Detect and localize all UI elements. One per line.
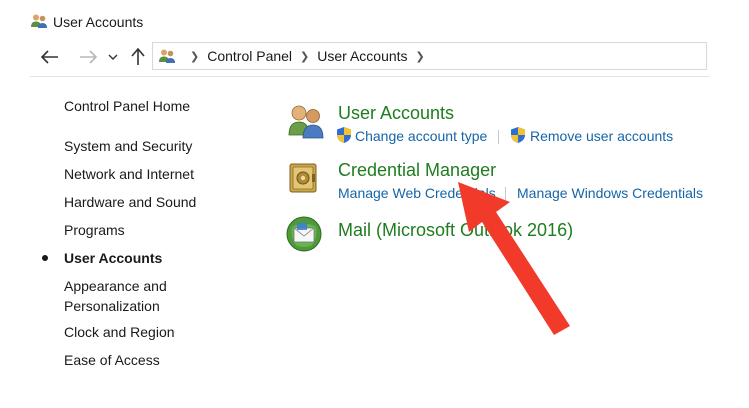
chevron-down-icon bbox=[108, 54, 118, 60]
uac-shield-icon bbox=[337, 127, 351, 143]
mail-icon[interactable] bbox=[285, 215, 323, 253]
recent-locations-button[interactable] bbox=[104, 44, 122, 70]
manage-web-credentials-link[interactable]: Manage Web Credentials bbox=[338, 185, 496, 201]
current-page-bullet bbox=[42, 255, 48, 261]
sidebar-item-hardware-and-sound[interactable]: Hardware and Sound bbox=[64, 192, 196, 212]
arrow-right-icon bbox=[80, 50, 97, 64]
sidebar-item-network-and-internet[interactable]: Network and Internet bbox=[64, 164, 194, 184]
users-icon[interactable] bbox=[286, 103, 326, 139]
title-bar: User Accounts bbox=[0, 0, 749, 40]
navigation-bar: ❯ Control Panel ❯ User Accounts ❯ bbox=[0, 40, 749, 76]
sidebar-item-appearance-line2[interactable]: Personalization bbox=[64, 296, 160, 316]
manage-windows-credentials-link[interactable]: Manage Windows Credentials bbox=[517, 185, 703, 201]
sidebar-item-user-accounts: User Accounts bbox=[64, 250, 163, 266]
chevron-right-icon[interactable]: ❯ bbox=[190, 50, 199, 63]
link-separator bbox=[505, 187, 506, 201]
arrow-left-icon bbox=[41, 50, 58, 64]
credential-manager-title-link[interactable]: Credential Manager bbox=[338, 160, 496, 181]
link-separator bbox=[498, 130, 499, 144]
control-panel-home-link[interactable]: Control Panel Home bbox=[64, 96, 190, 116]
divider bbox=[30, 76, 710, 77]
red-arrow-icon bbox=[458, 182, 570, 335]
remove-user-accounts-link[interactable]: Remove user accounts bbox=[530, 128, 673, 144]
breadcrumb-control-panel[interactable]: Control Panel bbox=[207, 48, 292, 64]
address-bar[interactable]: ❯ Control Panel ❯ User Accounts ❯ bbox=[152, 42, 707, 70]
mail-title-link[interactable]: Mail (Microsoft Outlook 2016) bbox=[338, 220, 573, 241]
sidebar-item-clock-and-region[interactable]: Clock and Region bbox=[64, 322, 175, 342]
uac-shield-icon bbox=[511, 127, 525, 143]
up-button[interactable] bbox=[126, 44, 150, 70]
sidebar-item-system-and-security[interactable]: System and Security bbox=[64, 136, 192, 156]
breadcrumb-user-accounts[interactable]: User Accounts bbox=[317, 48, 407, 64]
back-button[interactable] bbox=[38, 44, 62, 70]
window-title: User Accounts bbox=[53, 14, 144, 30]
sidebar-item-appearance-line1[interactable]: Appearance and bbox=[64, 276, 167, 296]
user-accounts-title-link[interactable]: User Accounts bbox=[338, 103, 454, 124]
vault-icon[interactable] bbox=[288, 162, 318, 194]
forward-button[interactable] bbox=[76, 44, 100, 70]
chevron-right-icon[interactable]: ❯ bbox=[300, 50, 309, 63]
arrow-up-icon bbox=[131, 48, 145, 65]
sidebar-item-ease-of-access[interactable]: Ease of Access bbox=[64, 350, 160, 370]
sidebar-item-programs[interactable]: Programs bbox=[64, 220, 125, 240]
users-icon bbox=[31, 14, 47, 28]
chevron-right-icon[interactable]: ❯ bbox=[416, 50, 425, 63]
change-account-type-link[interactable]: Change account type bbox=[355, 128, 487, 144]
users-icon bbox=[159, 49, 175, 63]
